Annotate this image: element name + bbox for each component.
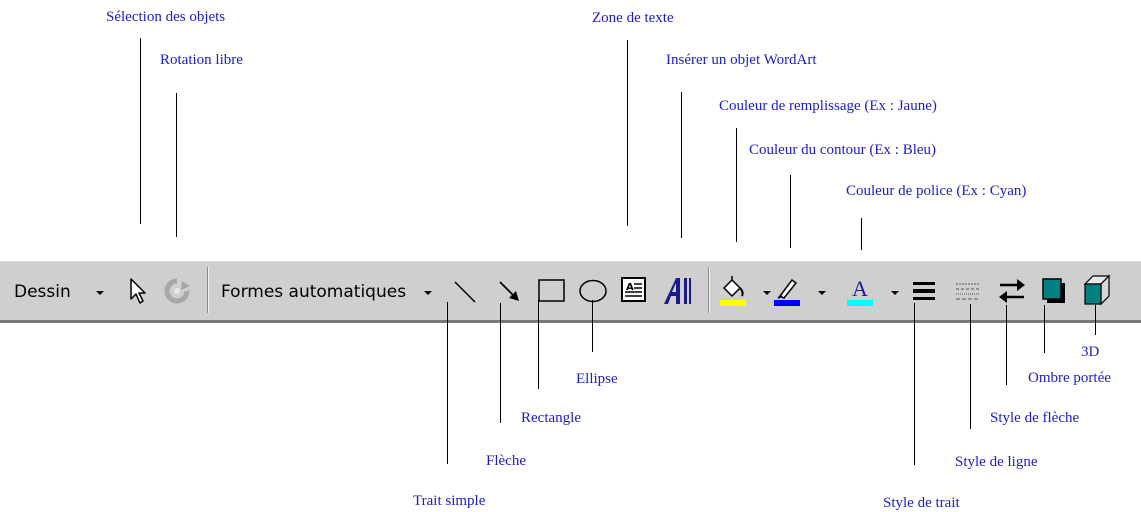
arrow-icon[interactable] <box>497 279 523 305</box>
leader-remplissage <box>736 128 737 242</box>
line-color-icon[interactable] <box>772 274 802 308</box>
font-color-swatch <box>847 300 873 306</box>
callout-contour: Couleur du contour (Ex : Bleu) <box>749 142 937 158</box>
callout-selection: Sélection des objets <box>106 9 226 25</box>
font-color-icon[interactable]: A <box>845 274 875 308</box>
leader-style-trait <box>914 303 915 465</box>
dessin-dropdown-icon[interactable] <box>96 291 104 295</box>
leader-ellipse <box>592 300 593 352</box>
leader-contour <box>790 175 791 248</box>
callout-style-ligne: Style de ligne <box>955 454 1038 470</box>
callout-trait-simple: Trait simple <box>413 493 486 509</box>
leader-wordart <box>681 92 682 238</box>
leader-ombre <box>1044 305 1045 353</box>
dessin-menu-label[interactable]: Dessin <box>14 281 71 303</box>
fill-color-swatch <box>720 300 746 306</box>
callout-style-fleche: Style de flèche <box>990 410 1080 426</box>
callout-zone-texte: Zone de texte <box>592 10 674 26</box>
dash-style-icon[interactable] <box>954 279 982 303</box>
select-arrow-icon[interactable] <box>127 276 149 306</box>
font-color-dropdown-icon[interactable] <box>891 291 899 295</box>
line-color-swatch <box>774 300 800 306</box>
leader-rotation <box>176 93 177 237</box>
leader-style-ligne <box>970 304 971 429</box>
arrow-style-icon[interactable] <box>997 277 1027 305</box>
line-color-dropdown-icon[interactable] <box>818 291 826 295</box>
3d-swatch <box>1084 283 1102 305</box>
leader-style-fleche <box>1006 305 1007 385</box>
toolbar-separator <box>708 267 710 313</box>
formes-dropdown-icon[interactable] <box>424 291 432 295</box>
line-style-icon[interactable] <box>911 279 937 303</box>
callout-wordart: Insérer un objet WordArt <box>666 52 817 68</box>
svg-text:A: A <box>852 276 868 301</box>
toolbar-separator <box>207 267 209 313</box>
shadow-swatch <box>1042 278 1062 300</box>
leader-police <box>861 218 862 250</box>
shadow-icon[interactable] <box>1040 276 1068 306</box>
callout-style-trait: Style de trait <box>883 495 960 511</box>
leader-rectangle <box>538 300 539 389</box>
free-rotate-icon[interactable] <box>164 278 190 304</box>
ellipse-icon[interactable] <box>577 278 609 304</box>
callout-fleche: Flèche <box>486 453 526 469</box>
leader-fleche <box>500 303 501 423</box>
text-box-icon[interactable]: A <box>620 276 648 304</box>
leader-3d <box>1095 305 1096 335</box>
wordart-icon[interactable] <box>662 274 694 308</box>
callout-rotation: Rotation libre <box>160 52 243 68</box>
callout-3d: 3D <box>1081 344 1100 360</box>
callout-remplissage: Couleur de remplissage (Ex : Jaune) <box>719 98 937 114</box>
callout-police: Couleur de police (Ex : Cyan) <box>846 183 1027 199</box>
formes-automatiques-label[interactable]: Formes automatiques <box>221 281 406 303</box>
callout-rectangle: Rectangle <box>521 410 581 426</box>
rectangle-icon[interactable] <box>537 278 567 304</box>
callout-ellipse: Ellipse <box>576 371 618 387</box>
callout-ombre: Ombre portée <box>1028 370 1111 386</box>
line-icon[interactable] <box>452 279 478 305</box>
leader-trait-simple <box>447 302 448 464</box>
leader-zone-texte <box>627 40 628 226</box>
leader-selection <box>140 38 141 224</box>
fill-color-dropdown-icon[interactable] <box>763 291 771 295</box>
fill-color-icon[interactable] <box>718 274 748 308</box>
3d-icon[interactable] <box>1081 272 1113 306</box>
